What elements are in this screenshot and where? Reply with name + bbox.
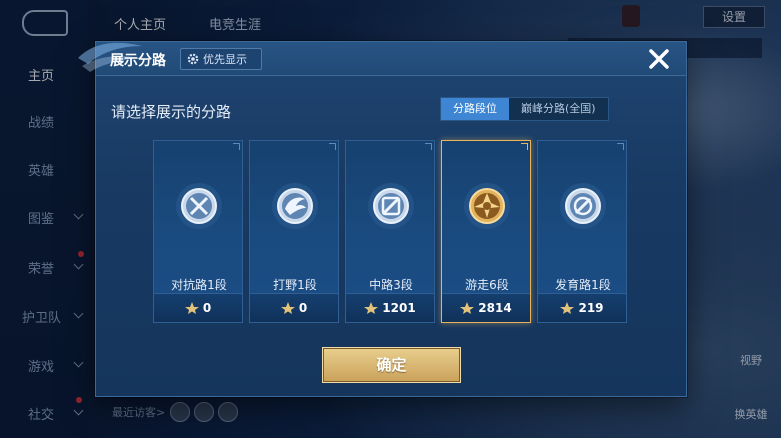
corner-decoration bbox=[233, 143, 240, 150]
dialog-subtitle: 请选择展示的分路 bbox=[111, 103, 232, 121]
lane-card-name: 对抗路1段 bbox=[171, 278, 227, 292]
corner-decoration bbox=[329, 143, 336, 150]
confirm-button[interactable]: 确定 bbox=[322, 347, 461, 383]
priority-display-label: 优先显示 bbox=[203, 53, 247, 66]
clash-lane-emblem-icon bbox=[176, 183, 222, 229]
mid-lane-emblem-icon bbox=[368, 183, 414, 229]
roam-emblem-icon bbox=[464, 183, 510, 229]
lane-card-points: 219 bbox=[538, 293, 626, 322]
lane-card-mid[interactable]: 中路3段 1201 bbox=[345, 140, 435, 323]
lane-card-name: 中路3段 bbox=[369, 278, 413, 292]
tab-peak-lane[interactable]: 巅峰分路(全国) bbox=[509, 98, 608, 120]
lane-card-points: 0 bbox=[154, 293, 242, 322]
lane-card-points-value: 2814 bbox=[478, 301, 512, 315]
lane-card-points: 2814 bbox=[442, 293, 530, 322]
rank-points-icon bbox=[460, 302, 475, 314]
lane-card-points: 0 bbox=[250, 293, 338, 322]
rank-points-icon bbox=[364, 302, 379, 314]
lane-card-points-value: 219 bbox=[578, 301, 604, 315]
gear-icon bbox=[187, 53, 199, 65]
lane-display-dialog: 展示分路 优先显示 请选择展示的分路 分路段位 巅峰分路(全国) 对抗路1段 0… bbox=[78, 41, 687, 397]
tab-lane-rank[interactable]: 分路段位 bbox=[441, 98, 509, 120]
lane-card-jungle[interactable]: 打野1段 0 bbox=[249, 140, 339, 323]
corner-decoration bbox=[617, 143, 624, 150]
lane-card-name: 发育路1段 bbox=[555, 278, 611, 292]
lane-card-clash[interactable]: 对抗路1段 0 bbox=[153, 140, 243, 323]
rank-points-icon bbox=[280, 302, 295, 314]
rank-points-icon bbox=[560, 302, 575, 314]
lane-card-points-value: 0 bbox=[298, 301, 308, 315]
lane-mode-segmented-control: 分路段位 巅峰分路(全国) bbox=[440, 97, 609, 121]
rank-points-icon bbox=[184, 302, 199, 314]
lane-card-points-value: 1201 bbox=[382, 301, 416, 315]
lane-card-points: 1201 bbox=[346, 293, 434, 322]
farm-lane-emblem-icon bbox=[560, 183, 606, 229]
jungle-emblem-icon bbox=[272, 183, 318, 229]
priority-display-button[interactable]: 优先显示 bbox=[180, 48, 262, 70]
close-icon[interactable] bbox=[644, 44, 674, 74]
lane-card-points-value: 0 bbox=[202, 301, 212, 315]
lane-card-name: 游走6段 bbox=[465, 278, 509, 292]
dialog-title: 展示分路 bbox=[110, 53, 166, 69]
lane-card-roam[interactable]: 游走6段 2814 bbox=[441, 140, 531, 323]
corner-decoration bbox=[521, 143, 528, 150]
dialog-header: 展示分路 优先显示 bbox=[78, 42, 686, 76]
corner-decoration bbox=[425, 143, 432, 150]
lane-card-farm[interactable]: 发育路1段 219 bbox=[537, 140, 627, 323]
lane-card-name: 打野1段 bbox=[273, 278, 317, 292]
